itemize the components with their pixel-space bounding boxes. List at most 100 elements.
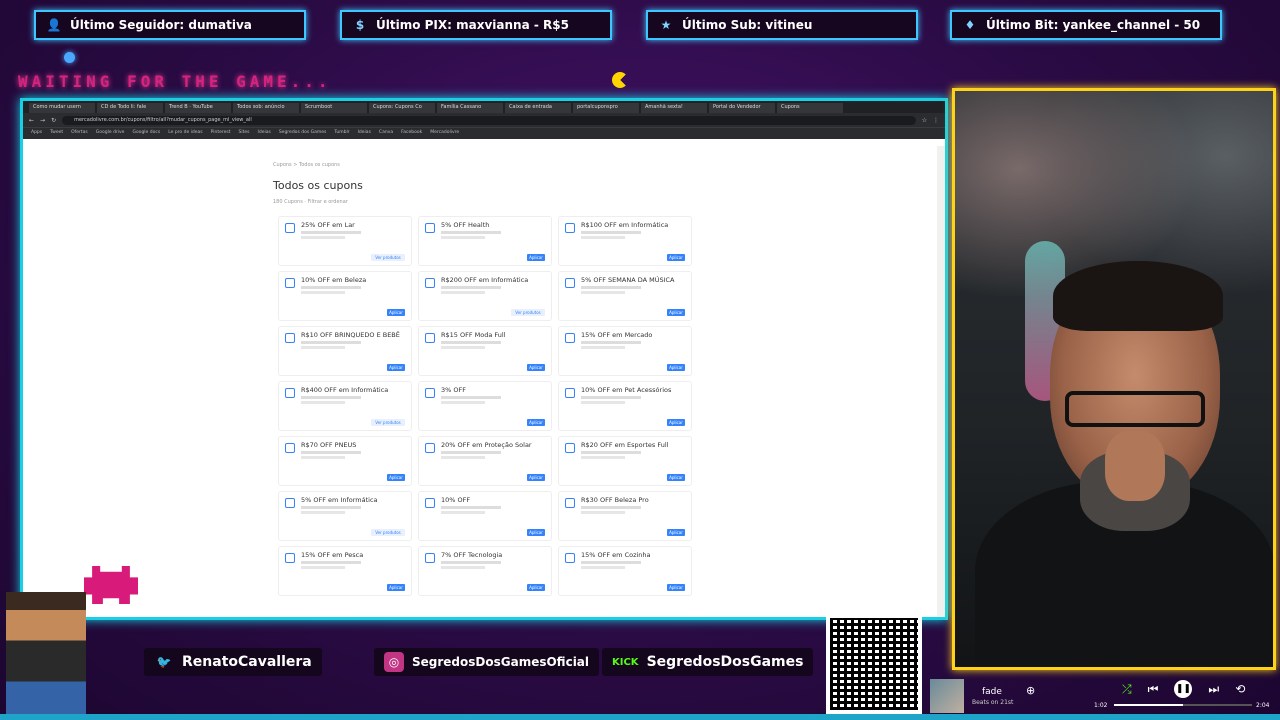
bookmark-item[interactable]: Ofertas — [71, 130, 88, 137]
music-player: fade Beats on 21st ⊕ ⤮ ⏮ ❚❚ ⏭ ⟲ 1:02 2:0… — [926, 676, 1276, 716]
bookmark-item[interactable]: Sites — [239, 130, 250, 137]
bookmark-item[interactable]: Canva — [379, 130, 393, 137]
browser-tab[interactable]: Caixa de entrada — [505, 103, 571, 113]
coupon-card[interactable]: 5% OFF Health Aplicar — [418, 216, 552, 266]
coupon-card[interactable]: R$30 OFF Beleza Pro Aplicar — [558, 491, 692, 541]
coupon-card[interactable]: R$400 OFF em Informática Ver produtos — [278, 381, 412, 431]
pause-button[interactable]: ❚❚ — [1174, 680, 1193, 698]
coupon-card[interactable]: 10% OFF Aplicar — [418, 491, 552, 541]
coupon-subtext — [581, 451, 641, 454]
coupon-apply-button[interactable]: Aplicar — [527, 584, 545, 591]
coupon-apply-button[interactable]: Aplicar — [667, 419, 685, 426]
last-pix-bar: $ Último PIX: maxvianna - R$5 — [340, 10, 612, 40]
coupon-subtext — [301, 236, 345, 239]
coupon-apply-button[interactable]: Ver produtos — [371, 254, 405, 261]
streamer-glasses — [1065, 391, 1205, 427]
bookmark-item[interactable]: Facebook — [401, 130, 422, 137]
coupon-card[interactable]: 5% OFF em Informática Ver produtos — [278, 491, 412, 541]
coupon-apply-button[interactable]: Aplicar — [387, 474, 405, 481]
coupon-subtext — [581, 286, 641, 289]
coupon-card[interactable]: 15% OFF em Cozinha Aplicar — [558, 546, 692, 596]
coupon-card[interactable]: 20% OFF em Proteção Solar Aplicar — [418, 436, 552, 486]
bookmark-item[interactable]: Tweet — [50, 130, 63, 137]
back-icon[interactable]: ← — [29, 117, 34, 124]
coupon-icon — [565, 498, 575, 508]
coupon-card[interactable]: R$70 OFF PNEUS Aplicar — [278, 436, 412, 486]
address-bar[interactable]: mercadolivre.com.br/cupons/filtro/all?mu… — [62, 115, 916, 125]
coupon-apply-button[interactable]: Ver produtos — [371, 419, 405, 426]
coupon-apply-button[interactable]: Ver produtos — [511, 309, 545, 316]
browser-tab[interactable]: Portal do Vendedor — [709, 103, 775, 113]
coupon-icon — [425, 278, 435, 288]
bottom-accent-line — [0, 714, 1280, 720]
coupon-apply-button[interactable]: Aplicar — [527, 254, 545, 261]
dollar-icon: $ — [355, 18, 365, 32]
browser-tab[interactable]: Amanhã sexta! — [641, 103, 707, 113]
browser-tab[interactable]: portalcuponspro — [573, 103, 639, 113]
browser-tab[interactable]: Scrumboot — [301, 103, 367, 113]
bookmark-item[interactable]: Segredos dos Games — [279, 130, 327, 137]
coupon-apply-button[interactable]: Aplicar — [527, 474, 545, 481]
coupon-title: 10% OFF — [441, 496, 471, 504]
browser-tab[interactable]: Família Cassano — [437, 103, 503, 113]
bookmark-item[interactable]: Google docs — [132, 130, 160, 137]
bookmark-item[interactable]: Le pro de ideas — [168, 130, 202, 137]
browser-tab[interactable]: Como mudar usern — [29, 103, 95, 113]
coupons-page: Cupons > Todos os cupons Todos os cupons… — [23, 146, 939, 617]
coupon-apply-button[interactable]: Aplicar — [667, 584, 685, 591]
repeat-icon[interactable]: ⟲ — [1235, 682, 1245, 696]
coupon-card[interactable]: 5% OFF SEMANA DA MÚSICA Aplicar — [558, 271, 692, 321]
coupon-apply-button[interactable]: Aplicar — [667, 309, 685, 316]
progress-bar[interactable] — [1114, 704, 1252, 706]
breadcrumb[interactable]: Cupons > Todos os cupons — [273, 162, 340, 168]
next-icon[interactable]: ⏭ — [1208, 682, 1219, 697]
coupon-count[interactable]: 180 Cupons · Filtrar e ordenar — [273, 199, 348, 205]
browser-tab[interactable]: Cupons — [777, 103, 843, 113]
browser-tab[interactable]: Trend B · YouTube — [165, 103, 231, 113]
bookmark-item[interactable]: Google drive — [96, 130, 125, 137]
bookmark-item[interactable]: Pinterest — [211, 130, 231, 137]
reload-icon[interactable]: ↻ — [51, 117, 56, 124]
bookmark-item[interactable]: Ideias — [258, 130, 271, 137]
coupon-apply-button[interactable]: Aplicar — [667, 364, 685, 371]
coupon-apply-button[interactable]: Aplicar — [387, 584, 405, 591]
coupon-card[interactable]: 15% OFF em Pesca Aplicar — [278, 546, 412, 596]
menu-icon[interactable]: ⋮ — [933, 117, 939, 124]
coupon-apply-button[interactable]: Aplicar — [527, 364, 545, 371]
coupon-apply-button[interactable]: Aplicar — [527, 419, 545, 426]
coupon-card[interactable]: R$15 OFF Moda Full Aplicar — [418, 326, 552, 376]
blue-dot-decoration — [64, 52, 75, 63]
coupon-card[interactable]: R$10 OFF BRINQUEDO E BEBÊ Aplicar — [278, 326, 412, 376]
coupon-apply-button[interactable]: Aplicar — [527, 529, 545, 536]
coupon-card[interactable]: 3% OFF Aplicar — [418, 381, 552, 431]
coupon-card[interactable]: 10% OFF em Beleza Aplicar — [278, 271, 412, 321]
forward-icon[interactable]: → — [40, 117, 45, 124]
previous-icon[interactable]: ⏮ — [1148, 682, 1159, 697]
coupon-card[interactable]: 15% OFF em Mercado Aplicar — [558, 326, 692, 376]
coupon-card[interactable]: R$20 OFF em Esportes Full Aplicar — [558, 436, 692, 486]
coupon-apply-button[interactable]: Aplicar — [667, 529, 685, 536]
browser-tab[interactable]: CD de Todo li: fale — [97, 103, 163, 113]
coupon-subtext — [301, 346, 345, 349]
shuffle-icon[interactable]: ⤮ — [1122, 682, 1132, 697]
bookmark-item[interactable]: Ideias — [358, 130, 371, 137]
add-icon[interactable]: ⊕ — [1026, 684, 1035, 697]
coupon-card[interactable]: 7% OFF Tecnologia Aplicar — [418, 546, 552, 596]
coupon-apply-button[interactable]: Aplicar — [667, 254, 685, 261]
browser-tab[interactable]: Cupons: Cupons Co — [369, 103, 435, 113]
coupon-card[interactable]: 25% OFF em Lar Ver produtos — [278, 216, 412, 266]
bookmark-item[interactable]: Tumblr — [334, 130, 349, 137]
bookmark-item[interactable]: Apps — [31, 130, 42, 137]
bookmark-item[interactable]: Mercadolivre — [430, 130, 459, 137]
page-scrollbar[interactable] — [937, 146, 945, 617]
coupon-card[interactable]: R$100 OFF em Informática Aplicar — [558, 216, 692, 266]
browser-tab[interactable]: Todos sob: anúncio — [233, 103, 299, 113]
coupon-apply-button[interactable]: Aplicar — [667, 474, 685, 481]
coupon-card[interactable]: R$200 OFF em Informática Ver produtos — [418, 271, 552, 321]
coupon-icon — [565, 333, 575, 343]
coupon-apply-button[interactable]: Aplicar — [387, 364, 405, 371]
coupon-apply-button[interactable]: Ver produtos — [371, 529, 405, 536]
coupon-apply-button[interactable]: Aplicar — [387, 309, 405, 316]
coupon-card[interactable]: 10% OFF em Pet Acessórios Aplicar — [558, 381, 692, 431]
star-bookmark-icon[interactable]: ☆ — [922, 117, 927, 124]
